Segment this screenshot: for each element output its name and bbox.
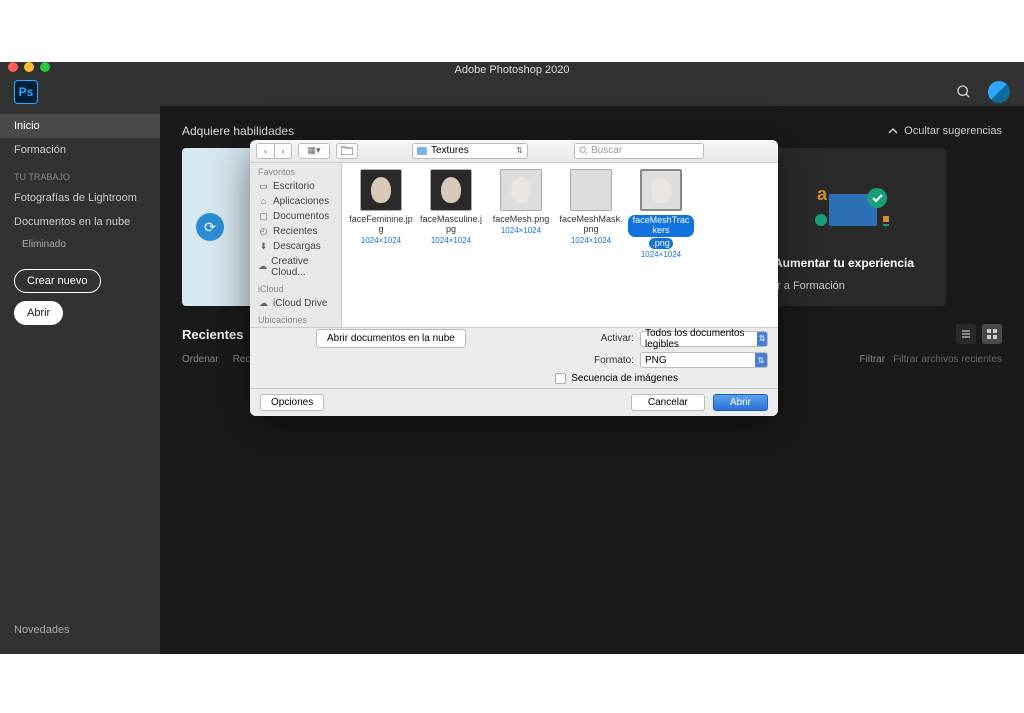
topbar: Ps [0,78,1024,106]
dialog-search-input[interactable]: Buscar [574,143,704,159]
file-dimensions: 1024×1024 [571,236,611,245]
maximize-window[interactable] [40,62,50,72]
options-button[interactable]: Opciones [260,394,324,411]
titlebar: Adobe Photoshop 2020 [0,62,1024,78]
sidebar-fav-item[interactable]: ▭Escritorio [250,179,341,194]
file-item[interactable]: faceMeshMask.png1024×1024 [558,169,624,245]
fav-icon: ◴ [258,226,269,237]
file-name: faceMesh.png [493,215,550,225]
file-item[interactable]: faceMesh.png1024×1024 [488,169,554,235]
format-label: Formato: [594,355,634,366]
folder-icon[interactable] [336,143,358,159]
sidebar-work-header: TU TRABAJO [0,162,160,186]
sidebar-fav-item[interactable]: ◴Recientes [250,224,341,239]
chevron-up-icon [888,126,898,136]
search-icon [579,146,588,155]
filter-label: Filtrar [860,354,886,365]
path-selector[interactable]: Textures ⇅ [412,143,528,159]
user-avatar[interactable] [988,81,1010,103]
banner-enhance[interactable]: a Aumentar tu experiencia Ir a Formación [760,148,946,306]
file-name: faceMasculine.jpg [418,215,484,235]
file-grid: faceFeminine.jpg1024×1024faceMasculine.j… [342,163,778,327]
list-view-button[interactable] [956,324,976,344]
file-item[interactable]: faceMeshTrackers.png1024×1024 [628,169,694,260]
file-name: faceMeshTrackers [628,215,694,237]
window-controls [8,62,50,72]
enhance-title: Aumentar tu experiencia [774,256,932,270]
sync-icon: ⟳ [196,213,224,241]
fav-icon: ☁ [258,261,267,272]
sidebar-fav-item[interactable]: ⬇Descargas [250,239,341,254]
activate-label: Activar: [601,333,634,344]
sequence-checkbox[interactable] [555,373,566,384]
icloud-header: iCloud [250,280,341,296]
sidebar-deleted[interactable]: Eliminado [0,234,160,255]
cancel-button[interactable]: Cancelar [631,394,705,411]
file-item[interactable]: faceFeminine.jpg1024×1024 [348,169,414,245]
minimize-window[interactable] [24,62,34,72]
cloud-icon: ☁ [258,298,269,309]
file-name: faceMeshMask.png [558,215,624,235]
hide-suggestions[interactable]: Ocultar sugerencias [888,125,1002,137]
grid-view-button[interactable] [982,324,1002,344]
file-thumbnail [640,169,682,211]
nav-forward-button[interactable]: › [274,143,292,159]
sidebar-cloud-docs[interactable]: Documentos en la nube [0,210,160,234]
file-dimensions: 1024×1024 [361,236,401,245]
filter-input[interactable]: Filtrar archivos recientes [893,354,1002,365]
sidebar-icloud-drive[interactable]: ☁iCloud Drive [250,296,341,311]
file-dimensions: 1024×1024 [431,236,471,245]
sequence-label: Secuencia de imágenes [571,373,678,384]
ps-logo[interactable]: Ps [14,80,38,104]
activate-select[interactable]: Todos los documentos legibles ⇅ [640,331,768,347]
sidebar-fav-item[interactable]: ☁Creative Cloud... [250,254,341,280]
file-thumbnail [570,169,612,211]
file-item[interactable]: faceMasculine.jpg1024×1024 [418,169,484,245]
folder-icon [417,147,427,155]
acquire-heading: Adquiere habilidades [182,124,294,138]
enhance-link[interactable]: Ir a Formación [774,280,932,292]
fav-icon: ⬇ [258,241,269,252]
home-sidebar: Inicio Formación TU TRABAJO Fotografías … [0,106,160,654]
search-icon[interactable] [956,84,972,100]
recents-heading: Recientes [182,327,243,342]
file-dimensions: 1024×1024 [501,226,541,235]
file-open-dialog: ‹ › ▦▾ Textures ⇅ Buscar Favoritos ▭Escr… [250,140,778,416]
sidebar-lightroom[interactable]: Fotografías de Lightroom [0,186,160,210]
file-thumbnail [430,169,472,211]
path-arrows-icon: ⇅ [516,146,523,155]
open-cloud-docs-button[interactable]: Abrir documentos en la nube [316,329,466,348]
sidebar-news[interactable]: Novedades [0,614,160,646]
list-icon [960,328,972,340]
fav-icon: ▢ [258,211,269,222]
fav-icon: ⌂ [258,196,269,207]
create-new-button[interactable]: Crear nuevo [14,269,101,293]
close-window[interactable] [8,62,18,72]
nav-back-button[interactable]: ‹ [256,143,274,159]
dialog-toolbar: ‹ › ▦▾ Textures ⇅ Buscar [250,140,778,163]
select-arrows-icon: ⇅ [755,353,767,367]
file-thumbnail [360,169,402,211]
format-select[interactable]: PNG ⇅ [640,352,768,368]
sidebar-fav-item[interactable]: ⌂Aplicaciones [250,194,341,209]
file-dimensions: 1024×1024 [641,250,681,259]
view-mode-button[interactable]: ▦▾ [298,143,330,159]
dialog-sidebar: Favoritos ▭Escritorio⌂Aplicaciones▢Docum… [250,163,342,327]
sidebar-fav-item[interactable]: ▢Documentos [250,209,341,224]
favorites-header: Favoritos [250,163,341,179]
locations-header: Ubicaciones [250,311,341,327]
grid-icon [986,328,998,340]
fav-icon: ▭ [258,181,269,192]
sidebar-home[interactable]: Inicio [0,114,160,138]
file-name: faceFeminine.jpg [348,215,414,235]
enhance-illustration: a [774,162,932,250]
svg-text:a: a [817,184,828,204]
sort-label: Ordenar [182,354,219,365]
sidebar-learn[interactable]: Formación [0,138,160,162]
open-button[interactable]: Abrir [14,301,63,325]
open-file-button[interactable]: Abrir [713,394,768,411]
file-thumbnail [500,169,542,211]
select-arrows-icon: ⇅ [757,332,767,346]
